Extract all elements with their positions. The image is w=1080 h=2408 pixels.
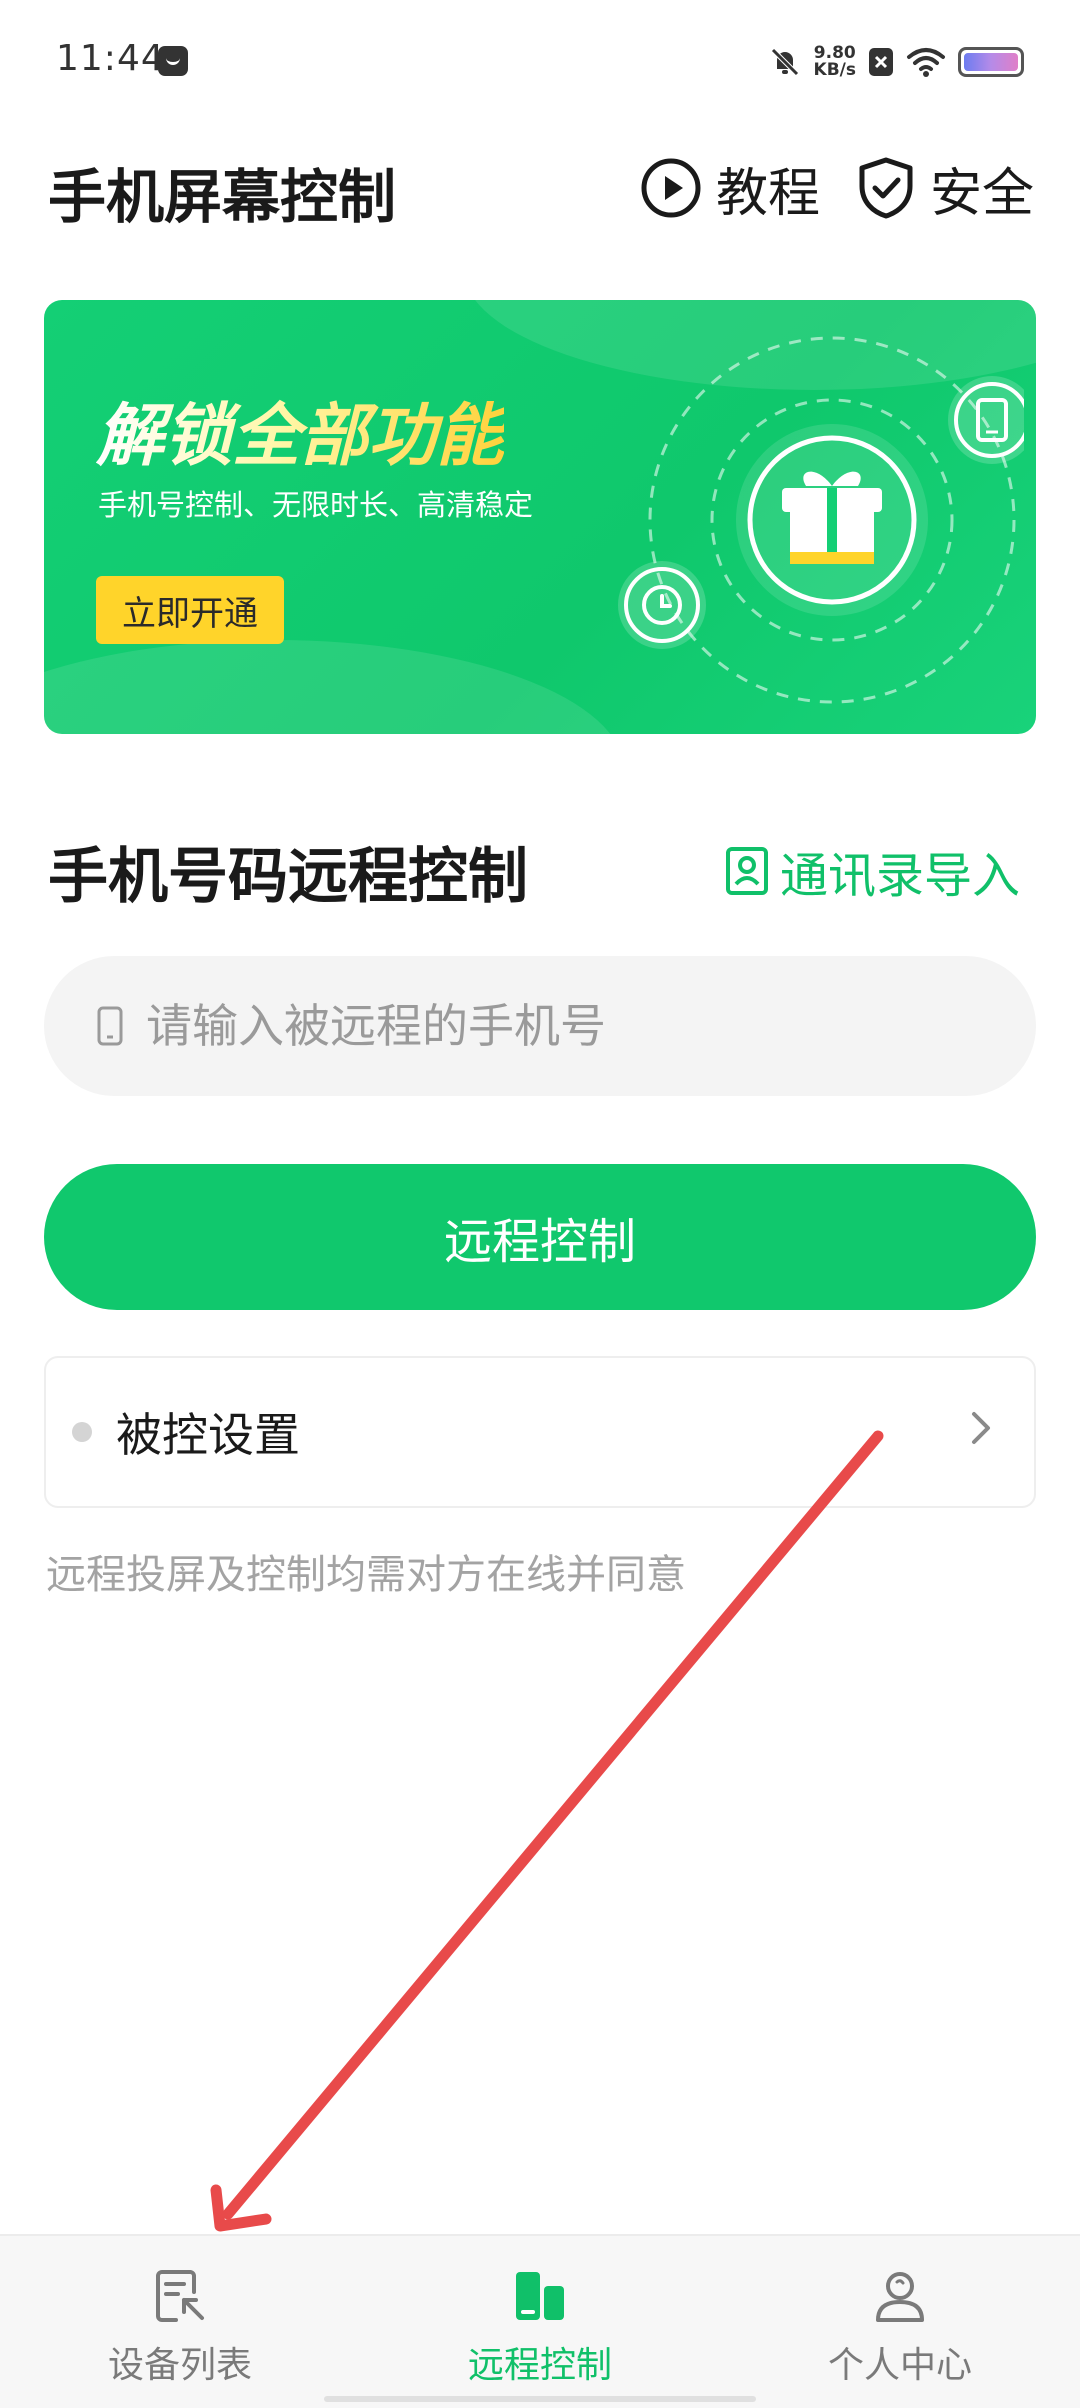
nav-remote-control[interactable]: 远程控制 [390,2266,690,2388]
profile-icon [876,2272,924,2322]
controlled-settings-label: 被控设置 [116,1408,300,1462]
network-speed-unit: KB/s [813,60,856,80]
status-indicators: 9.80 KB/s [768,42,1024,82]
controlled-settings-row[interactable]: 被控设置 [44,1356,1036,1508]
unlock-features-banner[interactable]: 解锁全部功能 手机号控制、无限时长、高清稳定 立即开通 [44,300,1036,734]
status-dot [72,1422,92,1442]
remote-control-icon [516,2272,564,2320]
remote-section-title: 手机号码远程控制 [48,842,528,912]
banner-decoration [44,640,624,734]
phone-number-field[interactable] [44,956,1036,1096]
battery-icon [958,47,1024,77]
nav-profile-label: 个人中心 [827,2345,972,2386]
nav-device-list[interactable]: 设备列表 [30,2266,330,2388]
nav-device-list-label: 设备列表 [107,2345,252,2386]
wifi-icon [907,48,945,77]
mobile-phone-icon [97,1006,123,1046]
phone-number-input[interactable] [146,999,966,1053]
remote-control-button[interactable]: 远程控制 [44,1164,1036,1310]
tutorial-button[interactable]: 教程 [640,150,820,226]
sim-blocked-icon [869,48,893,76]
nav-profile[interactable]: 个人中心 [750,2266,1050,2388]
safety-label: 安全 [930,163,1035,224]
nav-remote-control-label: 远程控制 [467,2345,612,2386]
mute-bell-icon [770,48,799,76]
shield-check-icon [859,157,913,219]
activate-now-button[interactable]: 立即开通 [96,576,284,644]
contact-book-icon [726,847,768,895]
banner-title: 解锁全部功能 [96,380,504,479]
status-time: 11:44 [56,38,165,79]
tutorial-label: 教程 [716,163,821,224]
page-title: 手机屏幕控制 [48,163,397,231]
import-contacts-button[interactable]: 通讯录导入 [724,838,1020,904]
consent-notice: 远程投屏及控制均需对方在线并同意 [46,1552,686,1598]
status-bar: 11:44 9.80 KB/s [0,0,1080,130]
safety-button[interactable]: 安全 [856,150,1034,226]
gift-illustration-icon [618,336,1024,704]
play-circle-icon [641,158,701,218]
banner-subtitle: 手机号控制、无限时长、高清稳定 [98,488,534,522]
device-list-icon [156,2270,204,2322]
import-contacts-label: 通讯录导入 [780,848,1021,904]
notification-app-icon [158,46,188,76]
home-indicator[interactable] [324,2396,756,2402]
chevron-right-icon [972,1412,990,1444]
bottom-navigation: 设备列表 远程控制 个人中心 [0,2234,1080,2408]
network-speed: 9.80 KB/s [814,45,856,79]
